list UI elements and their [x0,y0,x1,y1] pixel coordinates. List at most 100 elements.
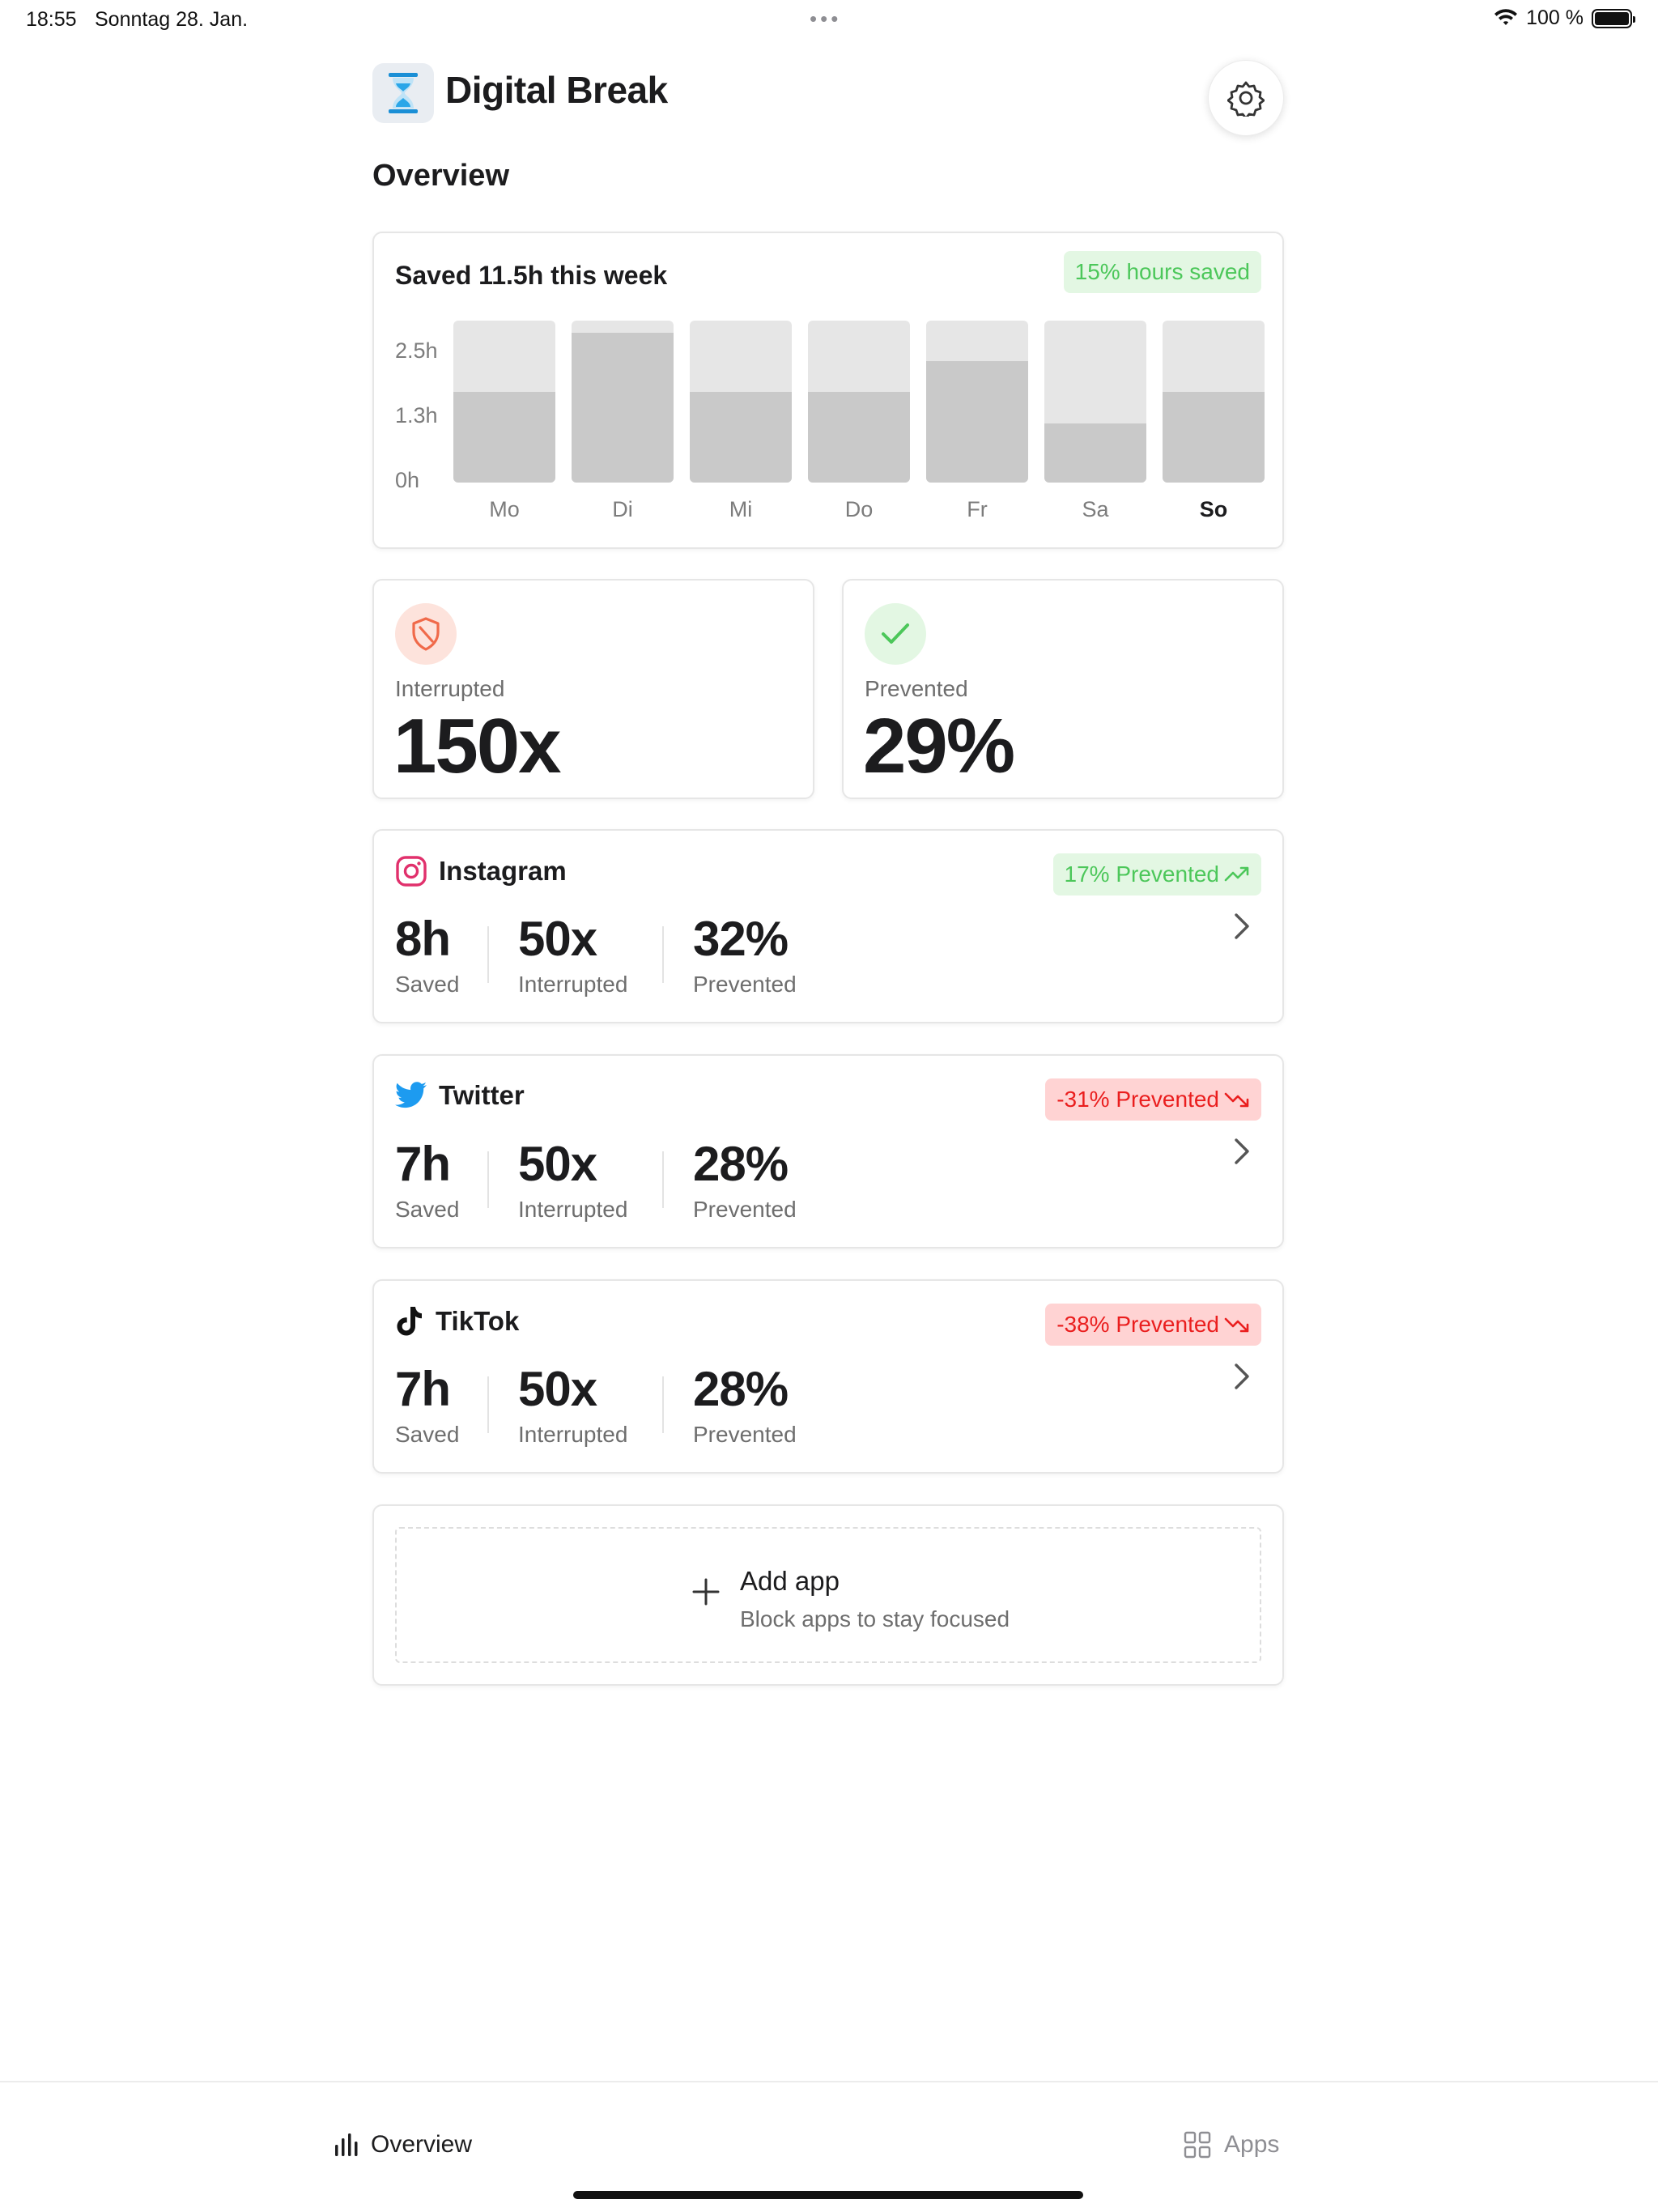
chevron-right-icon[interactable] [1232,1137,1252,1166]
interrupted-metric: 50x Interrupted [518,1140,627,1223]
metric-divider [487,1151,489,1208]
bar-track [690,321,792,483]
app-name: TikTok [436,1306,520,1336]
bar-track [453,321,555,483]
interrupted-value: 50x [518,1362,597,1416]
interrupted-label: Interrupted [518,972,628,997]
day-label: Mo [489,497,520,521]
trend-badge: 17% Prevented [1052,853,1261,895]
add-app-dropzone[interactable]: Add app Block apps to stay focused [395,1527,1261,1663]
app-card-tiktok[interactable]: TikTok -38% Prevented 7h Saved 50x Inter… [372,1279,1284,1474]
bar-fr [926,361,1028,483]
saved-metric: 7h Saved [395,1365,459,1448]
trend-badge: -38% Prevented [1045,1304,1261,1346]
weekly-savings-card: Saved 11.5h this week 15% hours saved 2.… [372,232,1284,549]
metric-divider [662,1376,664,1433]
day-label: Di [612,497,633,521]
trend-down-icon [1224,1092,1249,1108]
bar-track [572,321,674,483]
multitasking-dots[interactable]: ••• [810,6,841,32]
bar-di [572,333,674,483]
interrupted-value: 50x [518,1137,597,1191]
saved-value: 7h [395,1362,451,1416]
saved-label: Saved [395,1422,460,1447]
bar-track [926,321,1028,483]
twitter-icon [395,1082,427,1108]
checkmark-icon [865,603,926,665]
saved-label: Saved [395,972,460,997]
add-app-subtitle: Block apps to stay focused [740,1606,1010,1631]
grid-icon [1184,2131,1211,2159]
settings-button[interactable] [1208,60,1284,136]
chevron-right-icon[interactable] [1232,1362,1252,1391]
saved-metric: 8h Saved [395,915,459,998]
chevron-right-icon[interactable] [1232,912,1252,941]
app-card-instagram[interactable]: Instagram 17% Prevented 8h Saved 50x Int… [372,829,1284,1023]
y-tick-label: 1.3h [395,403,438,428]
interrupted-card: Interrupted 150x [372,579,814,799]
add-app-title: Add app [740,1566,840,1596]
bar-sa [1044,423,1146,483]
hourglass-icon [372,63,434,123]
prevented-card: Prevented 29% [842,579,1284,799]
tab-overview-label: Overview [371,2131,473,2158]
app-title: Digital Break [445,69,668,111]
interrupted-label: Interrupted [518,1197,628,1222]
y-tick-label: 2.5h [395,338,438,363]
day-label: Sa [1082,497,1109,521]
bar-so [1163,392,1265,483]
add-app-card[interactable]: Add app Block apps to stay focused [372,1504,1284,1686]
bar-mo [453,392,555,483]
tab-apps-label: Apps [1224,2131,1280,2158]
y-tick-label: 0h [395,468,420,492]
app-card-twitter[interactable]: Twitter -31% Prevented 7h Saved 50x Inte… [372,1054,1284,1249]
home-indicator[interactable] [573,2191,1083,2199]
tab-bar: Overview Apps [0,2081,1658,2212]
interrupted-value: 50x [518,912,597,966]
prevented-label: Prevented [693,972,797,997]
shield-icon [395,603,457,665]
prevented-value: 32% [693,912,789,966]
bar-track [1163,321,1265,483]
saved-label: Saved [395,1197,460,1222]
saved-value: 8h [395,912,451,966]
prevented-value: 28% [693,1137,789,1191]
metric-divider [662,1151,664,1208]
battery-icon [1592,8,1635,28]
instagram-icon [396,856,427,887]
day-label: Do [844,497,874,521]
chart-bars-icon [335,2133,358,2156]
metric-divider [487,1376,489,1433]
prevented-metric: 32% Prevented [693,915,797,998]
prevented-metric: 28% Prevented [693,1365,797,1448]
bar-do [808,392,910,483]
bar-track [808,321,910,483]
trend-label: -31% Prevented [1056,1087,1219,1112]
bar-mi [690,392,792,483]
trend-badge: -31% Prevented [1045,1078,1261,1121]
app-header: Digital Break [372,60,1284,141]
day-label: Mi [729,497,753,521]
trend-up-icon [1224,866,1249,882]
saved-metric: 7h Saved [395,1140,459,1223]
trend-down-icon [1224,1317,1249,1333]
status-bar: 18:55 Sonntag 28. Jan. ••• 100 % [0,0,1658,39]
interrupted-metric: 50x Interrupted [518,1365,627,1448]
saved-value: 7h [395,1137,451,1191]
tiktok-icon [397,1307,422,1336]
week-title: Saved 11.5h this week [395,261,668,290]
tab-overview[interactable]: Overview [334,2131,472,2159]
gear-icon [1227,81,1265,117]
prevented-value: 28% [693,1362,789,1416]
interrupted-value: 150x [393,703,562,789]
metric-divider [487,926,489,983]
trend-label: 17% Prevented [1064,861,1219,887]
status-right: 100 % [1494,6,1635,30]
trend-label: -38% Prevented [1056,1312,1219,1337]
section-title: Overview [372,159,509,193]
tab-apps[interactable]: Apps [1184,2131,1279,2159]
day-label: Fr [967,497,988,521]
day-label: So [1199,497,1228,521]
prevented-metric: 28% Prevented [693,1140,797,1223]
metric-divider [662,926,664,983]
